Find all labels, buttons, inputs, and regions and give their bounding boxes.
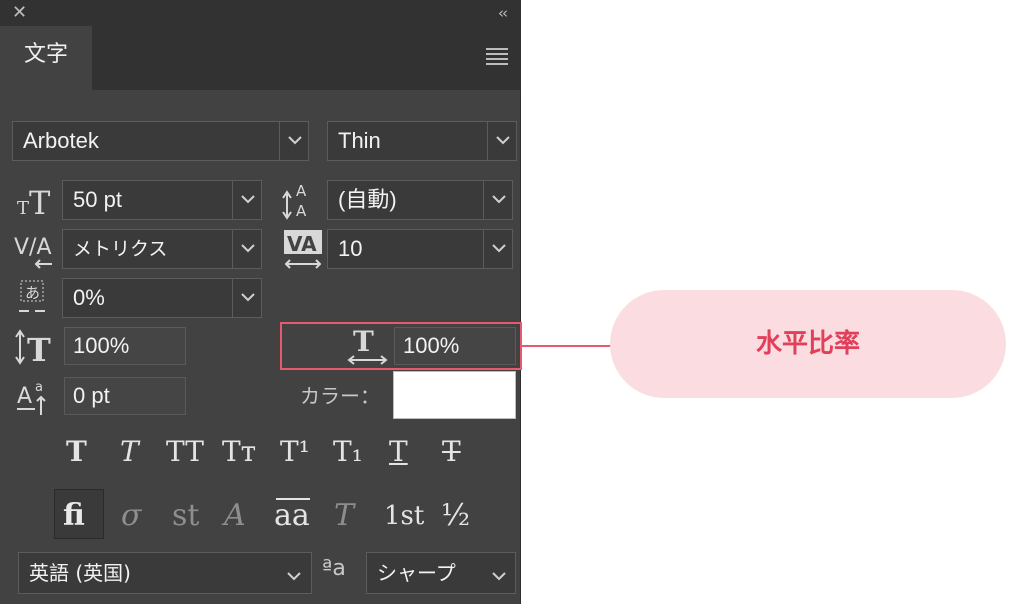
arrow-over-icon — [276, 498, 310, 500]
chevron-down-icon[interactable] — [483, 180, 513, 220]
language-select[interactable]: 英語 (英国) — [18, 552, 312, 594]
svg-text:a: a — [35, 380, 43, 395]
svg-text:A: A — [296, 182, 307, 200]
font-family-field[interactable]: Arbotek — [12, 121, 282, 161]
faux-italic-button[interactable]: T — [120, 435, 139, 469]
svg-text:T: T — [29, 184, 51, 220]
callout-label: 水平比率 — [610, 290, 1006, 398]
callout-connector — [521, 345, 613, 347]
svg-text:A: A — [17, 384, 32, 409]
kerning-icon: V/A — [14, 228, 58, 276]
superscript-button[interactable]: T¹ — [280, 435, 310, 469]
vertical-scale-icon: T — [15, 328, 57, 372]
leading-field[interactable]: (自動) — [327, 180, 485, 220]
fractions-button[interactable]: ½ — [441, 496, 470, 536]
leading-icon: AA — [282, 180, 322, 224]
vertical-scale-field[interactable]: 100% — [64, 327, 186, 365]
tracking-field[interactable]: 10 — [327, 229, 485, 269]
close-icon[interactable]: ✕ — [12, 3, 27, 23]
antialias-icon: ªa — [322, 556, 346, 581]
svg-text:あ: あ — [25, 284, 40, 302]
baseline-shift-icon: Aa — [17, 377, 57, 421]
discretionary-ligatures-button[interactable]: st — [172, 496, 199, 536]
kerning-field[interactable]: メトリクス — [62, 229, 234, 269]
chevron-down-icon[interactable] — [487, 121, 517, 161]
svg-text:T: T — [27, 331, 51, 368]
titling-alternates-button[interactable]: T — [334, 496, 354, 536]
font-size-icon: TT — [17, 180, 57, 224]
svg-text:A: A — [296, 202, 307, 220]
svg-text:VA: VA — [287, 232, 317, 256]
all-caps-button[interactable]: TT — [166, 435, 204, 469]
svg-text:V/A: V/A — [14, 235, 52, 260]
svg-text:T: T — [17, 198, 29, 219]
tsume-field[interactable]: 0% — [62, 278, 234, 318]
horizontal-scale-highlight — [280, 322, 522, 370]
underline-button[interactable]: T — [389, 435, 408, 469]
swash-button[interactable]: A — [224, 496, 246, 536]
subscript-button[interactable]: T₁ — [333, 435, 363, 469]
baseline-shift-field[interactable]: 0 pt — [64, 377, 186, 415]
small-caps-button[interactable]: Tт — [222, 435, 256, 469]
chevron-down-icon — [492, 566, 506, 585]
ligatures-button[interactable]: fi — [63, 496, 85, 536]
tsume-icon: あ — [17, 279, 57, 323]
chevron-down-icon[interactable] — [232, 229, 262, 269]
collapse-icon[interactable]: ‹‹ — [498, 3, 508, 23]
chevron-down-icon[interactable] — [232, 180, 262, 220]
font-size-field[interactable]: 50 pt — [62, 180, 234, 220]
chevron-down-icon[interactable] — [279, 121, 309, 161]
panel-titlebar — [0, 0, 521, 26]
character-panel: ✕ ‹‹ 文字 Arbotek Thin TT 50 pt AA (自動) V/… — [0, 0, 521, 604]
tab-character-label: 文字 — [24, 42, 69, 67]
ordinals-button[interactable]: 1st — [384, 496, 424, 536]
faux-bold-button[interactable]: T — [66, 435, 87, 469]
chevron-down-icon — [287, 566, 301, 585]
panel-menu-icon[interactable] — [486, 48, 508, 65]
stylistic-alternates-button[interactable]: aa — [274, 496, 310, 536]
strikethrough-button[interactable]: T — [442, 435, 461, 469]
font-style-field[interactable]: Thin — [327, 121, 491, 161]
color-swatch[interactable] — [393, 371, 516, 419]
color-label: カラー： — [300, 384, 380, 408]
tracking-icon: VA — [284, 228, 324, 276]
chevron-down-icon[interactable] — [483, 229, 513, 269]
chevron-down-icon[interactable] — [232, 278, 262, 318]
contextual-alternates-button[interactable]: σ — [121, 496, 141, 536]
